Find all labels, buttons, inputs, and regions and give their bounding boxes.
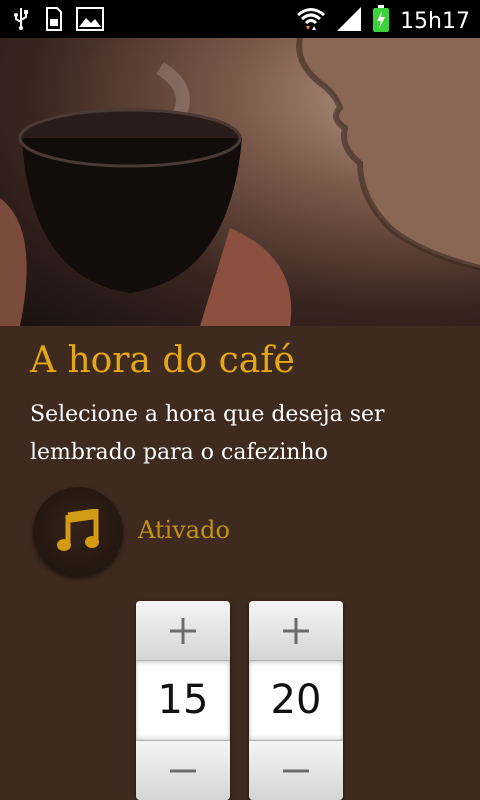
minute-decrement-button[interactable] [249, 740, 343, 800]
minute-value[interactable]: 20 [249, 661, 343, 740]
battery-charging-icon [372, 5, 390, 37]
page-subtitle: Selecione a hora que deseja ser lembrado… [30, 402, 385, 465]
hour-increment-button[interactable] [136, 601, 230, 661]
hour-picker: 15 [136, 601, 230, 800]
signal-icon [336, 6, 362, 36]
plus-icon [170, 618, 196, 644]
minute-picker: 20 [249, 601, 343, 800]
coffee-hero-image [0, 38, 480, 326]
alarm-status-label: Ativado [138, 516, 230, 544]
plus-icon [283, 618, 309, 644]
image-icon [76, 7, 104, 35]
minus-icon [170, 769, 196, 773]
alarm-sound-toggle[interactable] [33, 487, 123, 577]
usb-icon [12, 7, 30, 35]
clock: 15h17 [400, 8, 470, 34]
status-bar: 15h17 [0, 0, 480, 38]
sd-card-icon [44, 7, 62, 35]
minus-icon [283, 769, 309, 773]
hour-decrement-button[interactable] [136, 740, 230, 800]
page-title: A hora do café [30, 340, 295, 381]
hour-value[interactable]: 15 [136, 661, 230, 740]
wifi-icon [296, 6, 326, 36]
music-note-icon [57, 509, 99, 551]
minute-increment-button[interactable] [249, 601, 343, 661]
